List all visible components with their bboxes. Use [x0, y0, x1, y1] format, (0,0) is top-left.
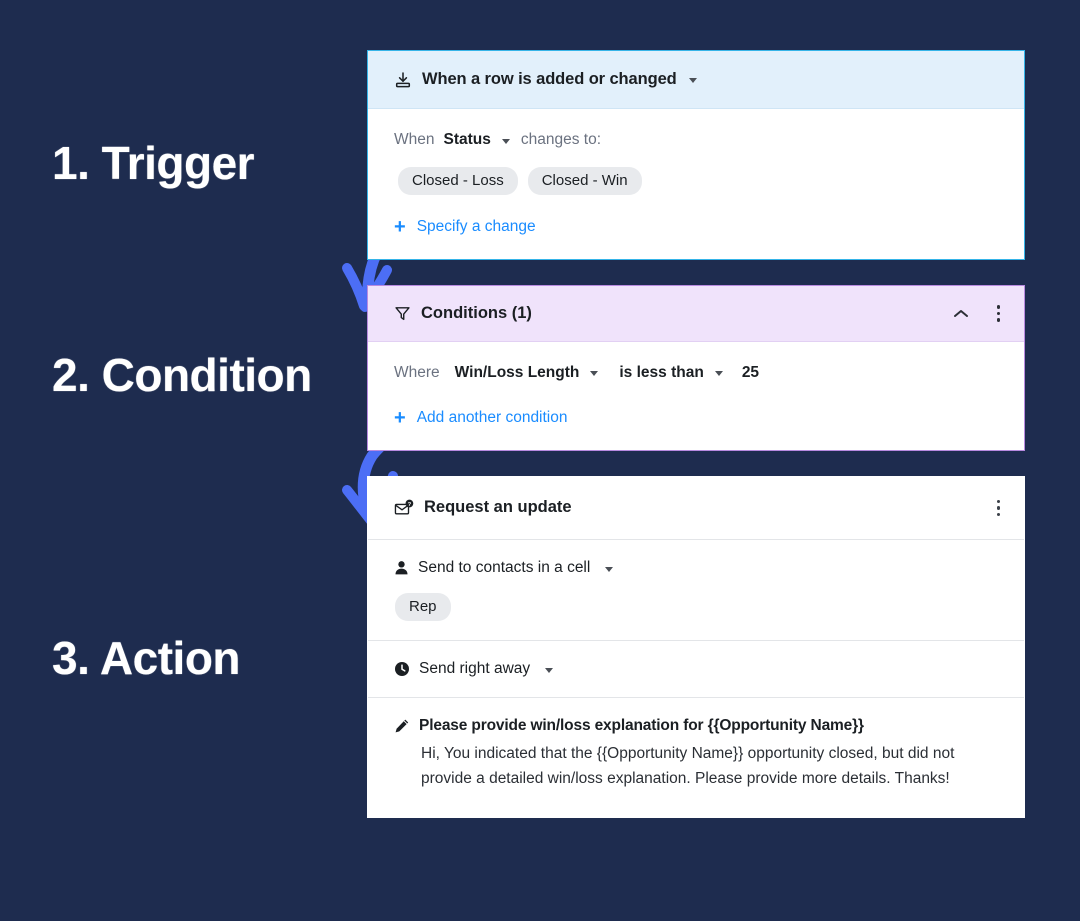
conditions-header-actions — [953, 303, 1003, 324]
trigger-value-chips: Closed - Loss Closed - Win — [394, 167, 998, 195]
clock-icon — [394, 661, 410, 677]
trigger-card-body: When Status changes to: Closed - Loss Cl… — [368, 109, 1024, 259]
plus-icon: + — [394, 406, 406, 429]
condition-value-input[interactable]: 25 — [742, 364, 759, 382]
trigger-field-select[interactable]: Status — [444, 131, 491, 149]
condition-rule-row: Where Win/Loss Length is less than 25 — [394, 360, 998, 386]
step-label-trigger: 1. Trigger — [52, 137, 255, 189]
chevron-up-icon[interactable] — [953, 308, 969, 319]
envelope-question-icon: ? — [394, 499, 414, 517]
when-label: When — [394, 131, 435, 148]
add-row-icon — [394, 71, 412, 89]
add-another-condition-label: Add another condition — [416, 408, 568, 426]
plus-icon: + — [394, 216, 406, 238]
trigger-card: When a row is added or changed When Stat… — [367, 50, 1025, 260]
message-subject: Please provide win/loss explanation for … — [419, 717, 864, 734]
action-timing-section: Send right away — [368, 641, 1024, 698]
action-message-section: Please provide win/loss explanation for … — [368, 698, 1024, 817]
svg-text:?: ? — [408, 502, 412, 508]
chip-rep[interactable]: Rep — [395, 593, 451, 621]
action-card-header: ? Request an update — [368, 477, 1024, 540]
conditions-card-body: Where Win/Loss Length is less than 25 + … — [368, 342, 1024, 450]
step-label-condition: 2. Condition — [52, 349, 312, 401]
condition-field-select[interactable]: Win/Loss Length — [455, 364, 580, 382]
timing-row[interactable]: Send right away — [394, 660, 998, 678]
chevron-down-icon[interactable] — [501, 138, 510, 144]
person-icon — [394, 560, 409, 576]
step-label-action: 3. Action — [52, 632, 241, 684]
chip-closed-win[interactable]: Closed - Win — [527, 167, 642, 195]
recipient-row[interactable]: Send to contacts in a cell — [394, 559, 998, 577]
action-recipient-section: Send to contacts in a cell Rep — [368, 540, 1024, 641]
timing-label: Send right away — [419, 660, 531, 677]
action-title: Request an update — [424, 498, 572, 517]
chip-closed-loss[interactable]: Closed - Loss — [398, 167, 518, 195]
trigger-card-header[interactable]: When a row is added or changed — [368, 51, 1024, 109]
where-label: Where — [394, 363, 440, 381]
pencil-icon — [394, 718, 410, 734]
chevron-down-icon[interactable] — [590, 371, 599, 376]
conditions-card-header: Conditions (1) — [368, 286, 1024, 342]
kebab-menu-icon[interactable] — [995, 498, 1003, 519]
chevron-down-icon[interactable] — [545, 667, 554, 673]
chevron-down-icon[interactable] — [605, 566, 614, 572]
recipient-label: Send to contacts in a cell — [418, 559, 591, 576]
trigger-title: When a row is added or changed — [422, 70, 677, 88]
filter-icon — [394, 305, 411, 322]
specify-a-change-label: Specify a change — [416, 218, 536, 235]
message-subject-row[interactable]: Please provide win/loss explanation for … — [394, 717, 998, 735]
condition-operator-select[interactable]: is less than — [619, 364, 703, 382]
specify-a-change-link[interactable]: + Specify a change — [394, 217, 998, 237]
chevron-down-icon[interactable] — [688, 78, 697, 83]
automation-flow: When a row is added or changed When Stat… — [367, 50, 1025, 819]
action-card: ? Request an update Send to contacts in … — [367, 475, 1025, 819]
add-another-condition-link[interactable]: + Add another condition — [394, 408, 998, 428]
conditions-card: Conditions (1) Where Win/Loss Length is … — [367, 285, 1025, 451]
conditions-title: Conditions (1) — [421, 303, 532, 322]
kebab-menu-icon[interactable] — [995, 303, 1003, 324]
changes-to-label: changes to: — [520, 131, 602, 148]
trigger-condition-row: When Status changes to: — [394, 127, 998, 153]
message-body[interactable]: Hi, You indicated that the {{Opportunity… — [421, 741, 981, 791]
chevron-down-icon[interactable] — [714, 371, 723, 376]
